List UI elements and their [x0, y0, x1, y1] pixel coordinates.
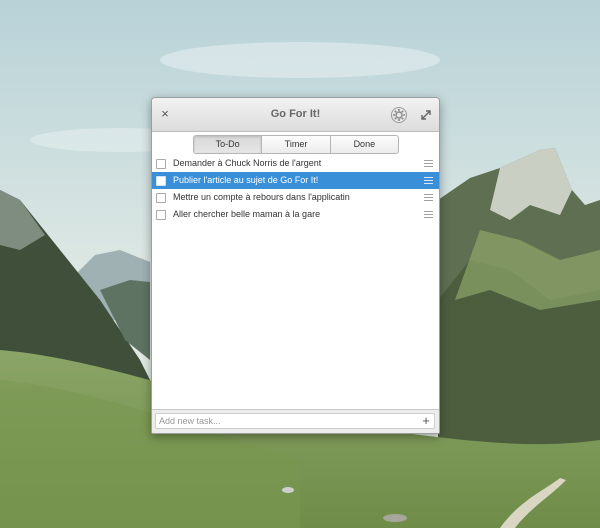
new-task-input[interactable]	[159, 414, 409, 428]
task-row[interactable]: Aller chercher belle maman à la gare	[152, 206, 439, 223]
go-for-it-window: × Go For It! To-Do Timer Done Demander à…	[151, 97, 440, 434]
tab-todo[interactable]: To-Do	[194, 136, 263, 153]
task-row[interactable]: Publier l'article au sujet de Go For It!	[152, 172, 439, 189]
task-checkbox[interactable]	[156, 193, 166, 203]
drag-handle-icon[interactable]	[424, 177, 433, 184]
gear-icon[interactable]	[390, 106, 408, 124]
task-label: Publier l'article au sujet de Go For It!	[173, 175, 319, 185]
task-checkbox[interactable]	[156, 176, 166, 186]
window-title: Go For It!	[270, 108, 321, 120]
tab-done[interactable]: Done	[331, 136, 398, 153]
task-list: Demander à Chuck Norris de l'argent Publ…	[152, 155, 439, 223]
drag-handle-icon[interactable]	[424, 160, 433, 167]
drag-handle-icon[interactable]	[424, 194, 433, 201]
tab-timer[interactable]: Timer	[262, 136, 331, 153]
task-checkbox[interactable]	[156, 159, 166, 169]
titlebar: × Go For It!	[152, 98, 439, 132]
task-row[interactable]: Mettre un compte à rebours dans l'applic…	[152, 189, 439, 206]
task-label: Mettre un compte à rebours dans l'applic…	[173, 192, 350, 202]
task-label: Aller chercher belle maman à la gare	[173, 209, 321, 219]
maximize-icon[interactable]	[420, 108, 432, 120]
close-icon[interactable]: ×	[158, 107, 172, 121]
task-label: Demander à Chuck Norris de l'argent	[173, 158, 322, 168]
task-checkbox[interactable]	[156, 210, 166, 220]
view-switcher: To-Do Timer Done	[193, 135, 399, 154]
add-task-bar: +	[152, 409, 439, 433]
add-task-icon[interactable]: +	[419, 414, 433, 428]
new-task-field: +	[155, 413, 435, 429]
task-row[interactable]: Demander à Chuck Norris de l'argent	[152, 155, 439, 172]
drag-handle-icon[interactable]	[424, 211, 433, 218]
